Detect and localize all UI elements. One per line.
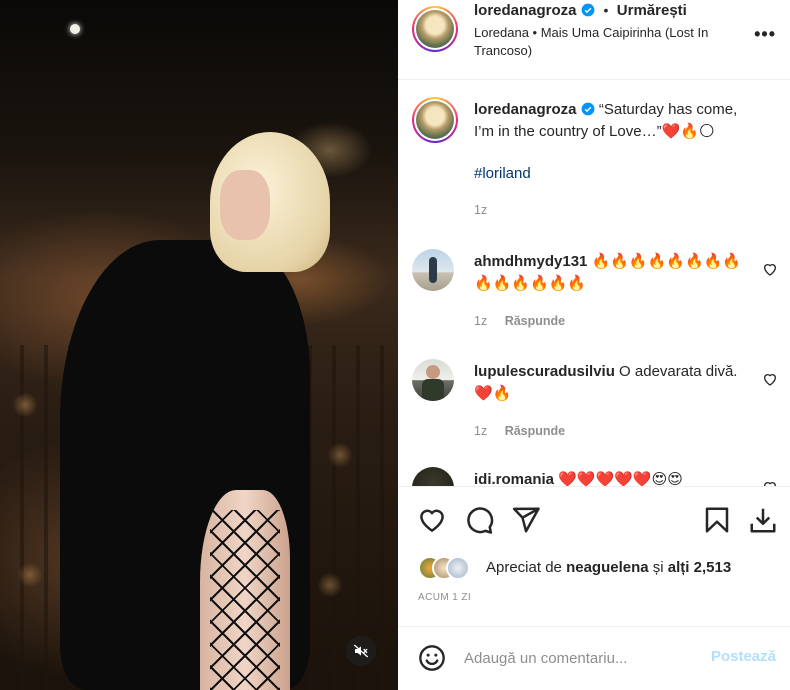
caption-avatar-ring[interactable]: [412, 97, 458, 143]
reply-button[interactable]: Răspunde: [505, 424, 565, 438]
comment-item: lupulescuradusilviu O adevarata divă.❤️🔥…: [412, 359, 778, 459]
comment-text: ❤️❤️❤️❤️❤️😍😍: [558, 471, 683, 487]
comment-like-icon[interactable]: [762, 479, 778, 487]
face: [220, 170, 270, 240]
woman-figure: [60, 110, 330, 690]
post-actions-bar: [398, 488, 790, 538]
comment-like-icon[interactable]: [762, 371, 778, 387]
author-avatar-ring[interactable]: [412, 6, 458, 52]
moon-highlight: [70, 24, 80, 34]
audio-track-link[interactable]: Loredana • Mais Uma Caipirinha (Lost In …: [474, 24, 764, 60]
likes-connector: și: [652, 559, 664, 576]
commenter-avatar[interactable]: [412, 249, 454, 291]
caption-avatar: [416, 101, 454, 139]
liker-avatar: [446, 556, 470, 580]
download-icon[interactable]: [748, 505, 778, 535]
verified-icon: [581, 3, 595, 17]
comment-username[interactable]: lupulescuradusilviu: [474, 363, 615, 380]
likes-user-link[interactable]: neaguelena: [566, 559, 649, 576]
verified-icon: [581, 102, 595, 116]
post-header: loredanagroza • Urmărești Loredana • Mai…: [398, 0, 790, 80]
reply-button[interactable]: Răspunde: [505, 314, 565, 328]
commenter-avatar[interactable]: [412, 359, 454, 401]
heart-icon[interactable]: [417, 505, 447, 535]
comment-like-icon[interactable]: [762, 261, 778, 277]
hashtag-link[interactable]: #loriland: [474, 165, 531, 182]
caption-time: 1z: [474, 203, 488, 217]
comment-composer: Postează: [398, 626, 790, 690]
mute-icon: [353, 644, 369, 658]
commenter-avatar[interactable]: [412, 467, 454, 486]
comment-item: ahmdhmydy131 🔥🔥🔥🔥🔥🔥🔥🔥🔥🔥🔥🔥🔥🔥 1z Răspunde: [412, 249, 778, 349]
caption-entry: loredanagroza “Saturday has come, I’m in…: [412, 97, 778, 237]
comments-list[interactable]: loredanagroza “Saturday has come, I’m in…: [398, 81, 790, 487]
following-button[interactable]: Urmărești: [617, 2, 687, 19]
share-icon[interactable]: [511, 505, 541, 535]
author-avatar: [416, 10, 454, 48]
comment-username[interactable]: idi.romania: [474, 471, 554, 486]
lace-up-detail: [210, 510, 280, 690]
post-comment-button[interactable]: Postează: [711, 648, 776, 665]
caption-emojis: ❤️🔥🌕: [661, 123, 715, 140]
comment-input[interactable]: [464, 647, 694, 669]
emoji-icon[interactable]: [418, 644, 446, 672]
likes-summary[interactable]: Apreciat de neaguelena și alți 2,513: [418, 556, 778, 580]
post-timestamp[interactable]: ACUM 1 ZI: [418, 592, 471, 603]
comment-username[interactable]: ahmdhmydy131: [474, 253, 587, 270]
likes-others-link[interactable]: alți 2,513: [668, 559, 731, 576]
comment-time: 1z: [474, 424, 488, 438]
comment-time: 1z: [474, 314, 488, 328]
more-options-button[interactable]: •••: [754, 24, 776, 45]
likes-prefix: Apreciat de: [486, 559, 562, 576]
post-side-panel: loredanagroza • Urmărești Loredana • Mai…: [398, 0, 790, 690]
header-separator: •: [603, 2, 609, 18]
mute-button[interactable]: [346, 636, 376, 666]
bookmark-icon[interactable]: [702, 505, 732, 535]
comment-icon[interactable]: [464, 505, 494, 535]
caption-username[interactable]: loredanagroza: [474, 101, 577, 118]
post-media[interactable]: [0, 0, 398, 690]
author-username[interactable]: loredanagroza: [474, 2, 577, 19]
comment-item: idi.romania ❤️❤️❤️❤️❤️😍😍: [412, 467, 778, 487]
